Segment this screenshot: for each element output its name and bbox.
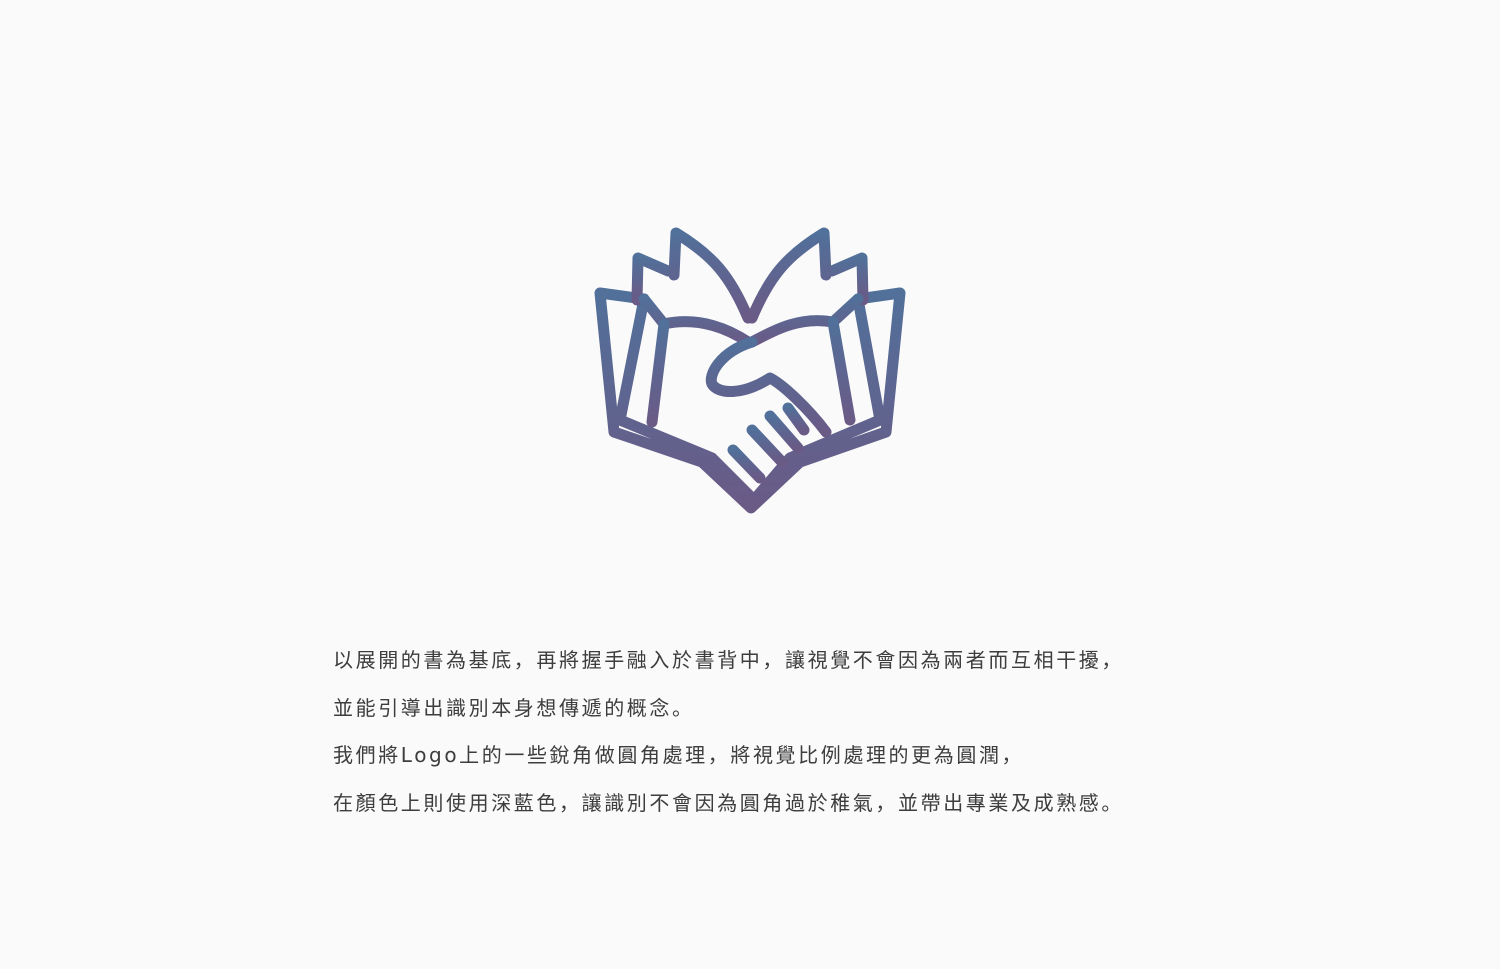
description-line-1: 以展開的書為基底，再將握手融入於書背中，讓視覺不會因為兩者而互相干擾， [333, 648, 1124, 672]
book-handshake-icon [594, 227, 906, 514]
logo-description: 以展開的書為基底，再將握手融入於書背中，讓視覺不會因為兩者而互相干擾， 並能引導… [333, 642, 1233, 832]
description-line-3: 我們將Logo上的一些銳角做圓角處理，將視覺比例處理的更為圓潤， [333, 743, 1025, 767]
description-line-4: 在顏色上則使用深藍色，讓識別不會因為圓角過於稚氣，並帶出專業及成熟感。 [333, 790, 1124, 815]
book-handshake-logo [590, 222, 910, 517]
description-line-2: 並能引導出識別本身想傳遞的概念。 [333, 695, 695, 720]
